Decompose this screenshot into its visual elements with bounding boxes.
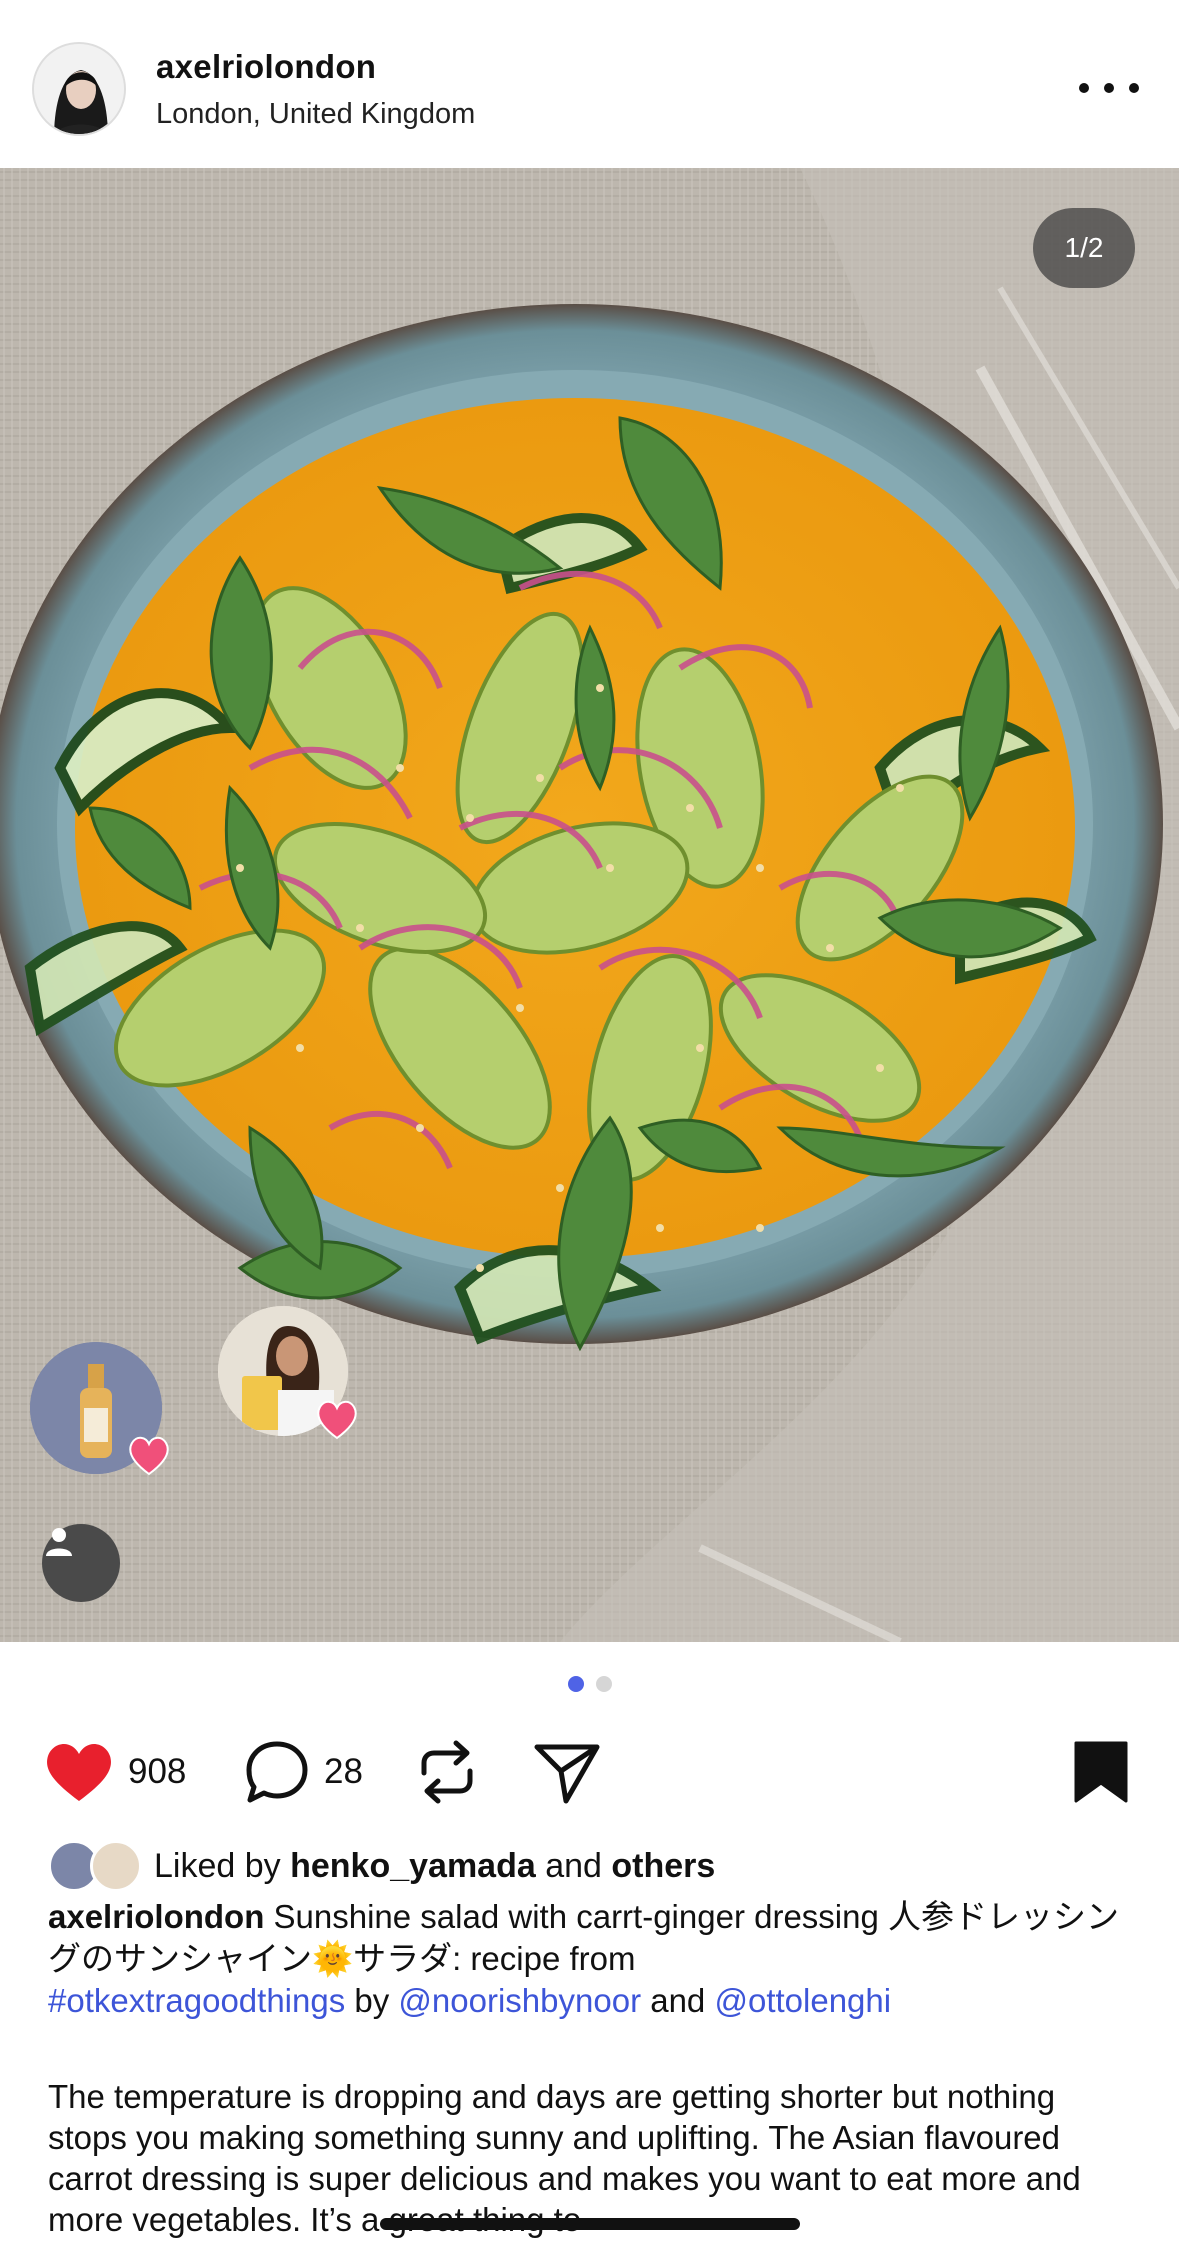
action-bar: 908 28 [0, 1730, 1179, 1814]
bookmark-button[interactable] [1072, 1730, 1130, 1814]
tagged-users-button[interactable] [42, 1524, 120, 1602]
liker-avatars [48, 1838, 144, 1894]
pager-dot-active [567, 1676, 584, 1692]
bookmark-icon [1074, 1741, 1128, 1803]
heart-badge-icon [126, 1434, 172, 1476]
share-button[interactable] [532, 1730, 602, 1814]
like-count[interactable]: 908 [128, 1752, 186, 1792]
post-caption: axelriolondon Sunshine salad with carrt-… [48, 1896, 1138, 2022]
post-location[interactable]: London, United Kingdom [156, 98, 475, 131]
comment-button[interactable]: 28 [244, 1730, 363, 1814]
liker-avatar [90, 1840, 142, 1892]
ellipsis-icon[interactable] [1079, 70, 1139, 106]
mention-link-noorish[interactable]: @noorishbynoor [398, 1982, 641, 2019]
caption-body: The temperature is dropping and days are… [48, 2078, 1081, 2238]
home-indicator[interactable] [380, 2218, 800, 2230]
like-button[interactable]: 908 [44, 1730, 186, 1814]
pager-dot [595, 1676, 612, 1692]
hashtag-link[interactable]: #otkextragoodthings [48, 1982, 345, 2019]
heart-icon [47, 1744, 111, 1801]
sun-emoji-icon: 🌞 [312, 1940, 354, 1977]
comment-icon [246, 1741, 308, 1803]
salad-photo [0, 168, 1179, 1642]
caption-text-2: サラダ: recipe from [353, 1940, 636, 1977]
photo-counter: 1/2 [1033, 208, 1135, 288]
person-icon [46, 1528, 72, 1556]
liked-by-user[interactable]: henko_yamada [290, 1847, 536, 1886]
heart-badge-icon [314, 1398, 360, 1440]
liked-by-prefix: Liked by [154, 1846, 291, 1885]
liked-by-and: and [535, 1846, 612, 1885]
liked-by-row[interactable]: Liked by henko_yamada and others [48, 1838, 715, 1894]
post-photo[interactable]: 1/2 [0, 168, 1179, 1642]
liked-by-others[interactable]: others [611, 1847, 715, 1886]
caption-by: by [345, 1982, 399, 2019]
post-header: axelriolondon London, United Kingdom [0, 0, 1179, 168]
share-icon [534, 1744, 600, 1804]
carousel-pager [0, 1676, 1179, 1692]
repost-button[interactable] [416, 1730, 478, 1814]
caption-author[interactable]: axelriolondon [48, 1898, 264, 1935]
repost-icon [421, 1740, 473, 1804]
mention-link-ottolenghi[interactable]: @ottolenghi [714, 1982, 891, 2019]
caption-and: and [641, 1982, 715, 2019]
comment-count: 28 [324, 1752, 363, 1791]
author-avatar[interactable] [32, 42, 126, 136]
author-username[interactable]: axelriolondon [156, 48, 376, 86]
